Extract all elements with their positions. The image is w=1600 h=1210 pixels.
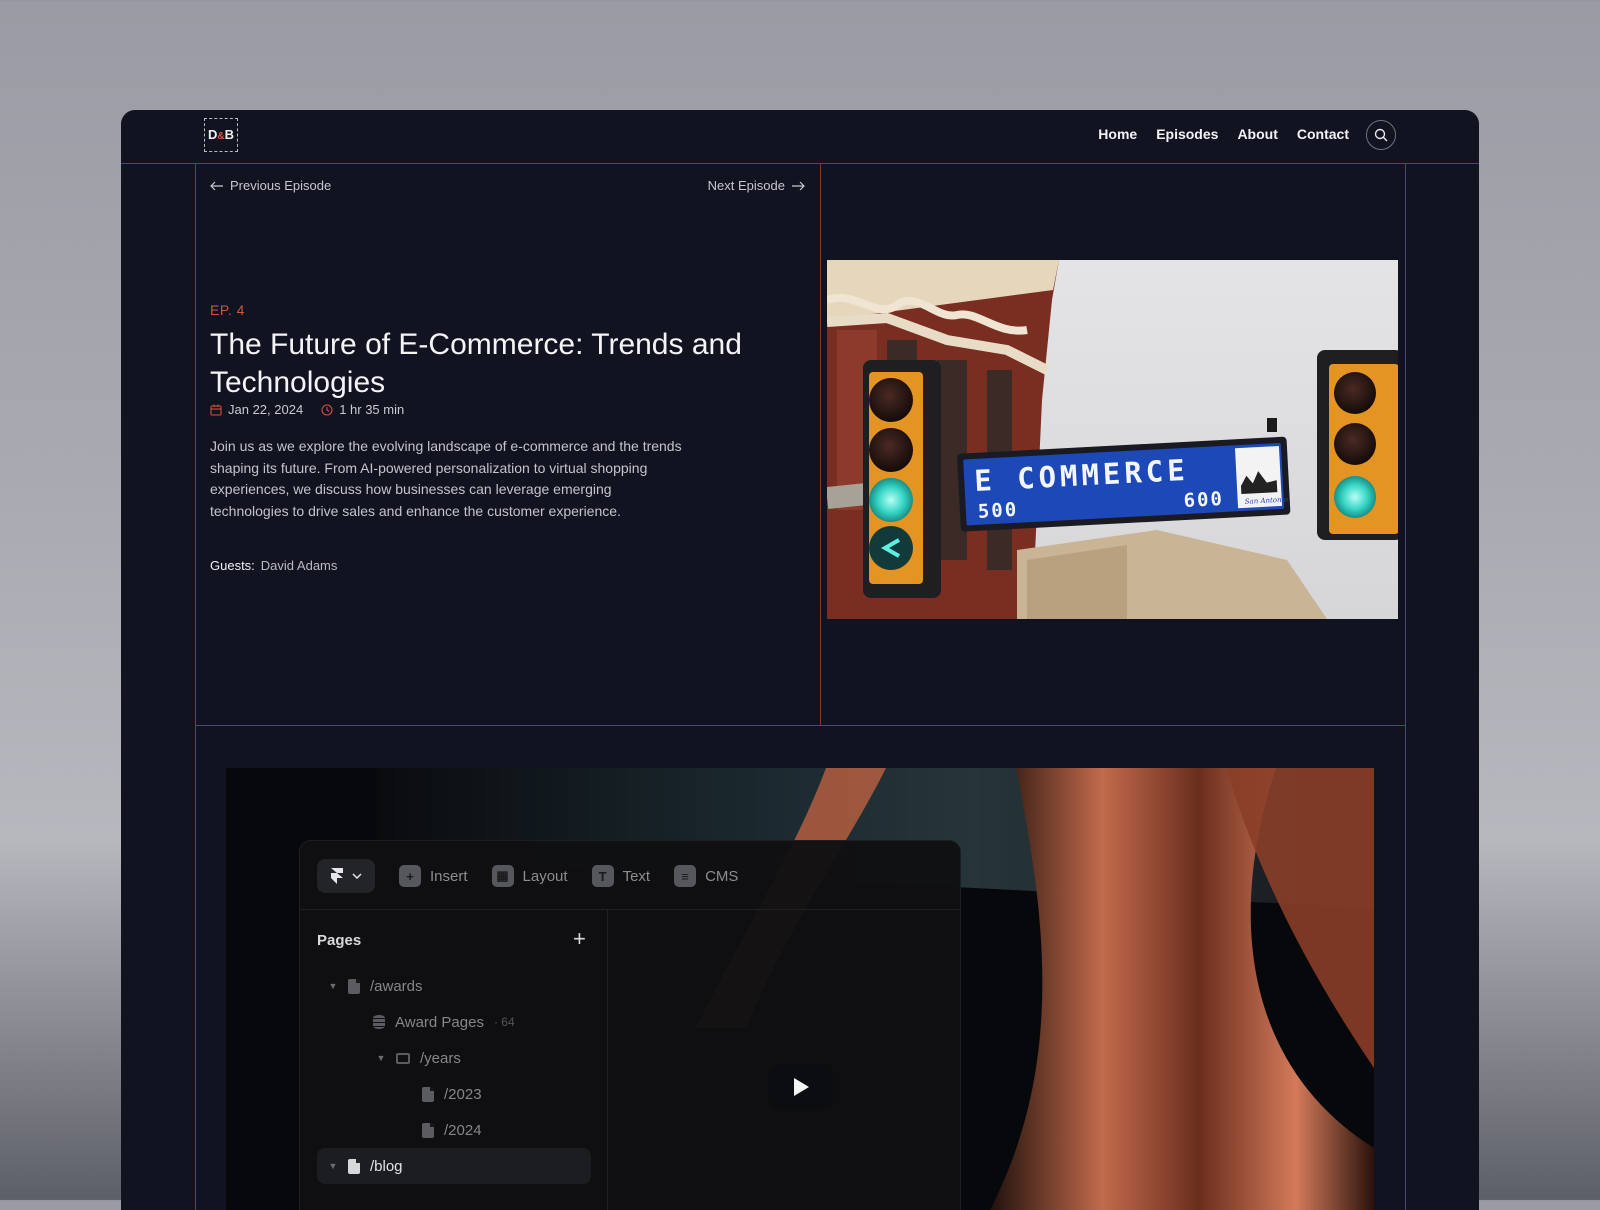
- editor-toolbar: + Insert ▦ Layout T Text ≡ CMS: [317, 859, 738, 893]
- nav-episodes[interactable]: Episodes: [1156, 126, 1218, 142]
- next-episode-label: Next Episode: [707, 178, 785, 193]
- page-icon: [422, 1086, 434, 1102]
- arrow-left-icon: [210, 181, 223, 190]
- plus-icon: +: [399, 865, 421, 887]
- site-header: D&B Home Episodes About Contact: [121, 110, 1479, 164]
- grid-line-horizontal: [195, 725, 1406, 726]
- main-nav: Home Episodes About Contact: [1098, 126, 1349, 142]
- toolbar-insert[interactable]: + Insert: [399, 865, 468, 887]
- toolbar-divider: [300, 909, 960, 910]
- calendar-icon: [210, 404, 222, 416]
- pages-panel-title: Pages: [317, 932, 362, 949]
- episode-number: EP. 4: [210, 302, 245, 318]
- arrow-right-icon: [792, 181, 805, 190]
- previous-episode-link[interactable]: Previous Episode: [210, 178, 331, 193]
- sign-number-right: 600: [1183, 488, 1224, 512]
- database-icon: ≡: [674, 865, 697, 887]
- tree-item-years[interactable]: ▼ /years: [376, 1040, 461, 1076]
- episode-description: Join us as we explore the evolving lands…: [210, 438, 682, 519]
- logo-letter-b: B: [224, 127, 234, 142]
- tree-item-label: /2023: [444, 1085, 482, 1103]
- play-button[interactable]: [769, 1064, 833, 1110]
- add-page-button[interactable]: +: [573, 926, 586, 952]
- sign-number-left: 500: [977, 499, 1018, 523]
- tree-item-label: Award Pages: [395, 1013, 484, 1031]
- app-menu-button[interactable]: [317, 859, 375, 893]
- episode-date: Jan 22, 2024: [228, 402, 304, 417]
- nav-home[interactable]: Home: [1098, 126, 1137, 142]
- tree-item-2023[interactable]: /2023: [422, 1076, 482, 1112]
- episode-duration: 1 hr 35 min: [339, 402, 405, 417]
- site-logo[interactable]: D&B: [204, 118, 238, 152]
- framer-logo-icon: [331, 868, 343, 884]
- award-pages-count: 64: [501, 1015, 515, 1029]
- clock-icon: [321, 403, 333, 416]
- episode-meta: Jan 22, 2024 1 hr 35 min: [210, 402, 404, 417]
- tree-item-award-pages[interactable]: Award Pages · 64: [373, 1004, 515, 1040]
- tree-item-awards[interactable]: ▼ /awards: [328, 968, 423, 1004]
- tree-item-2024[interactable]: /2024: [422, 1112, 482, 1148]
- grid-line-middle: [820, 163, 821, 725]
- guests-label: Guests:: [210, 558, 255, 573]
- panel-divider: [607, 910, 608, 1210]
- browser-frame: D&B Home Episodes About Contact Previous…: [121, 110, 1479, 1210]
- tree-item-label: /awards: [370, 977, 423, 995]
- episode-cover-image: San Antonio E COMMERCE 500 600: [827, 260, 1398, 619]
- search-button[interactable]: [1366, 120, 1396, 150]
- tree-item-label: /blog: [370, 1157, 403, 1175]
- layout-icon: ▦: [491, 865, 514, 887]
- toolbar-text[interactable]: T Text: [591, 865, 651, 887]
- page-icon: [422, 1122, 434, 1138]
- toolbar-cms[interactable]: ≡ CMS: [674, 865, 738, 887]
- toolbar-text-label: Text: [622, 867, 651, 885]
- text-icon: T: [591, 865, 614, 887]
- tree-item-label: /years: [420, 1049, 461, 1067]
- episode-guests: Guests: David Adams: [210, 558, 337, 573]
- nav-about[interactable]: About: [1237, 126, 1277, 142]
- caret-down-icon: ▼: [376, 1053, 386, 1063]
- toolbar-layout[interactable]: ▦ Layout: [491, 865, 568, 887]
- street-sign-photo: San Antonio E COMMERCE 500 600: [827, 260, 1398, 619]
- page-icon: [348, 978, 360, 994]
- next-episode-link[interactable]: Next Episode: [708, 178, 805, 193]
- grid-line-right: [1405, 163, 1406, 1210]
- guest-name: David Adams: [260, 558, 338, 573]
- play-icon: [794, 1078, 809, 1096]
- collection-icon: [373, 1015, 385, 1029]
- folder-icon: [396, 1052, 410, 1064]
- tree-item-label: /2024: [444, 1121, 482, 1139]
- episode-title: The Future of E-Commerce: Trends and Tec…: [210, 328, 742, 399]
- toolbar-insert-label: Insert: [430, 867, 468, 885]
- caret-down-icon: ▼: [328, 1161, 338, 1171]
- caret-down-icon: ▼: [328, 981, 338, 991]
- nav-contact[interactable]: Contact: [1297, 126, 1349, 142]
- tree-item-count: · 64: [493, 1015, 515, 1029]
- editor-window: + Insert ▦ Layout T Text ≡ CMS Pages + ▼…: [299, 840, 961, 1210]
- previous-episode-label: Previous Episode: [230, 178, 332, 193]
- grid-line-left: [195, 163, 196, 1210]
- chevron-down-icon: [352, 873, 362, 879]
- toolbar-layout-label: Layout: [522, 867, 568, 885]
- toolbar-cms-label: CMS: [705, 867, 739, 885]
- tree-item-blog[interactable]: ▼ /blog: [317, 1148, 591, 1184]
- video-player[interactable]: + Insert ▦ Layout T Text ≡ CMS Pages + ▼…: [226, 768, 1374, 1210]
- logo-ampersand: &: [217, 131, 225, 142]
- logo-letter-d: D: [207, 127, 218, 142]
- search-icon: [1374, 128, 1388, 142]
- page-icon: [348, 1158, 360, 1174]
